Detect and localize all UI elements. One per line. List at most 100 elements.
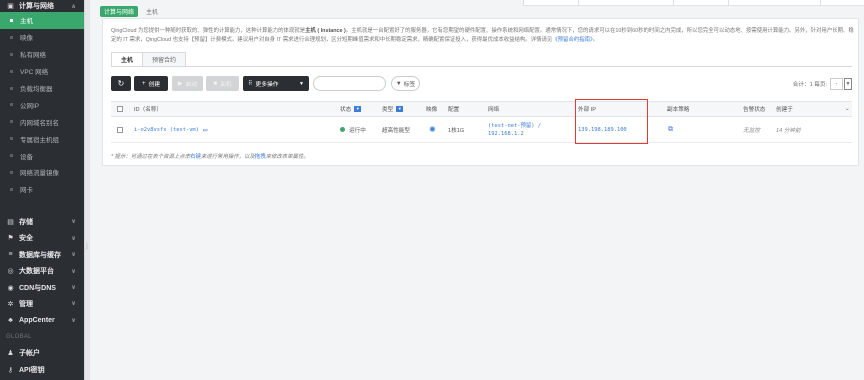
more-actions-button[interactable]: ⠿ 更多操作 ▼	[243, 76, 309, 91]
tab-bar: 主机 预留合约	[111, 52, 187, 67]
alarm-status: 无监控	[743, 127, 760, 134]
instance-name[interactable]: (test-vm)	[170, 127, 199, 133]
tab-instances[interactable]: 主机	[111, 52, 144, 67]
refresh-button[interactable]: ↻	[111, 76, 131, 91]
page-size-select[interactable]: -	[830, 77, 843, 90]
top-bar: 计算与网络 主机	[90, 0, 864, 18]
nav-divider	[820, 0, 821, 6]
column-settings-icon[interactable]: ⌄	[845, 102, 850, 116]
start-button[interactable]: ▶ 启动	[172, 76, 203, 91]
table-row[interactable]: i-o2v8vsfx (test-vm) ▭ 运行中 超高性能型 ✺ 1核1G …	[111, 117, 852, 143]
grid-icon: ⠿	[248, 81, 253, 87]
sidebar-item-vpc[interactable]: VPC 网络	[0, 63, 84, 80]
col-network: 网络	[488, 107, 500, 113]
sidebar-group-appcenter[interactable]: ♣ AppCenter ∨	[0, 312, 84, 328]
select-all-checkbox[interactable]	[117, 102, 123, 116]
sidebar-item-eip[interactable]: 公网IP	[0, 96, 84, 113]
sidebar-item-nics[interactable]: 网卡	[0, 181, 84, 198]
col-type[interactable]: 类型 ▼	[382, 102, 404, 116]
sidebar-item-traffic-mirror[interactable]: 网络流量镜像	[0, 164, 84, 181]
sidebar-item-dns-alias[interactable]: 内网域名别名	[0, 113, 84, 130]
col-state[interactable]: 状态 ▼	[340, 102, 362, 116]
sidebar-group-security[interactable]: ⚑ 安全 ∨	[0, 230, 84, 246]
page-size-dropdown[interactable]: ▼	[844, 77, 852, 90]
caret-down-icon: ▼	[845, 80, 851, 87]
tab-reserved-contracts[interactable]: 预留合约	[142, 52, 187, 67]
breadcrumb-current: 主机	[146, 10, 159, 16]
shield-icon: ⚑	[7, 235, 14, 243]
key-icon: ⚷	[7, 366, 14, 374]
caret-down-icon: ▼	[299, 80, 304, 87]
sidebar-group-database[interactable]: ≡ 数据库与缓存 ∨	[0, 247, 84, 263]
tips-text: 来进行常用操作，以及	[200, 154, 255, 160]
sidebar-item-loadbalancer[interactable]: 负载均衡器	[0, 80, 84, 97]
console-app: ▣ 计算与网络 ∧ 主机 映像 私有网络 VPC 网络 负载均衡器 公网IP 内…	[0, 0, 864, 380]
sidebar-item-instances[interactable]: 主机	[0, 12, 84, 29]
private-ip[interactable]: 192.168.1.2	[488, 130, 524, 138]
breadcrumb-section[interactable]: 计算与网络	[100, 6, 139, 17]
bullet-icon	[10, 18, 13, 22]
compute-icon: ▣	[7, 3, 14, 10]
col-created[interactable]: 创建于	[776, 102, 793, 116]
sidebar-group-label: 大数据平台	[19, 268, 54, 276]
image-gear-icon[interactable]: ✺	[429, 117, 436, 142]
col-id[interactable]: ID（名称）	[134, 102, 162, 116]
sidebar-item-label: 映像	[20, 35, 33, 43]
sidebar-item-label: VPC 网络	[20, 69, 49, 77]
nav-divider	[578, 0, 579, 6]
sidebar-item-label: 子帐户	[19, 350, 40, 358]
appcenter-icon: ♣	[8, 316, 13, 324]
sidebar-item-devices[interactable]: 设备	[0, 147, 84, 164]
sidebar: ▣ 计算与网络 ∧ 主机 映像 私有网络 VPC 网络 负载均衡器 公网IP 内…	[0, 0, 84, 380]
instance-id-link[interactable]: i-o2v8vsfx	[134, 127, 166, 133]
filter-dropdown-icon[interactable]: ▼	[396, 106, 404, 112]
col-replica: 副本策略	[667, 107, 690, 113]
sidebar-item-label: 专属宿主机组	[20, 136, 59, 144]
nav-divider	[673, 0, 674, 6]
nav-divider	[523, 0, 524, 6]
main-content: 计算与网络 主机 QingCloud 为您提供一种随时获取的、弹性的计算能力，这…	[90, 0, 864, 380]
sidebar-group-label: 管理	[19, 300, 33, 308]
col-image: 映像	[426, 107, 438, 113]
globe-icon: ◉	[7, 284, 14, 292]
filter-icon: ▼	[395, 80, 402, 87]
drag-handle-icon[interactable]: ⁞	[86, 244, 88, 251]
drag-link[interactable]: 拖拽	[255, 154, 266, 160]
right-click-link[interactable]: 右键	[190, 154, 201, 160]
replica-policy-icon[interactable]: ⧉	[668, 117, 673, 142]
sidebar-group-compute[interactable]: ▣ 计算与网络 ∧	[0, 0, 84, 12]
bullet-icon	[10, 35, 13, 39]
instances-panel: QingCloud 为您提供一种随时获取的、弹性的计算能力，这种计算能力的体现就…	[102, 18, 859, 166]
running-status-dot	[340, 127, 345, 132]
chevron-up-icon: ∧	[71, 3, 76, 10]
instance-config: 1核1G	[448, 127, 465, 134]
monitor-icon[interactable]: ▭	[203, 126, 207, 134]
sidebar-item-vxnets[interactable]: 私有网络	[0, 46, 84, 63]
tab-divider	[111, 66, 852, 67]
tag-filter-button[interactable]: ▼ 标签	[391, 76, 420, 91]
network-link[interactable]: (test-net-预留) /	[488, 122, 541, 130]
sidebar-item-dedicated-host[interactable]: 专属宿主机组	[0, 130, 84, 147]
sidebar-item-subaccounts[interactable]: ♟ 子帐户	[0, 345, 84, 361]
row-checkbox[interactable]	[117, 117, 123, 142]
reserved-guide-link[interactable]: 《预留合约指南》	[552, 37, 592, 43]
refresh-icon: ↻	[117, 79, 125, 88]
bullet-icon	[10, 103, 13, 107]
stop-button[interactable]: ■ 关机	[206, 76, 239, 91]
sidebar-group-bigdata[interactable]: ◎ 大数据平台 ∨	[0, 263, 84, 279]
created-time: 14 分钟前	[776, 127, 801, 134]
filter-dropdown-icon[interactable]: ▼	[354, 106, 362, 112]
sidebar-group-storage[interactable]: ▤ 存储 ∨	[0, 214, 84, 230]
chevron-down-icon: ∨	[71, 285, 76, 292]
create-button[interactable]: + 创建	[134, 76, 168, 91]
col-type-label: 类型	[382, 107, 394, 113]
sidebar-group-label: AppCenter	[19, 316, 55, 324]
bullet-icon	[10, 154, 13, 158]
search-input[interactable]	[313, 76, 386, 91]
sidebar-item-images[interactable]: 映像	[0, 29, 84, 46]
sidebar-group-cdn[interactable]: ◉ CDN与DNS ∨	[0, 279, 84, 295]
sidebar-item-label: 网卡	[20, 187, 33, 195]
sidebar-group-manage[interactable]: ✲ 管理 ∨	[0, 296, 84, 312]
sidebar-item-api-keys[interactable]: ⚷ API密钥	[0, 361, 84, 377]
sidebar-group-label: 数据库与缓存	[19, 251, 61, 259]
